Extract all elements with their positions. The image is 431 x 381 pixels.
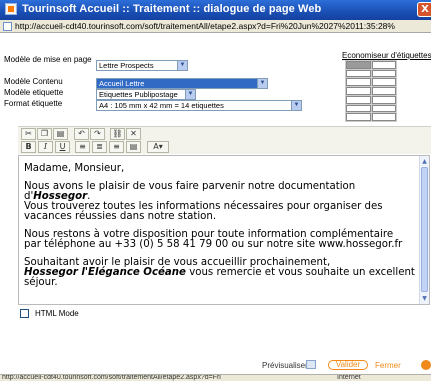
contenu-value: Accueil Lettre: [99, 79, 145, 88]
font-color-icon[interactable]: A▾: [147, 141, 169, 153]
letter-editor[interactable]: Madame, Monsieur, Nous avons le plaisir …: [18, 155, 430, 305]
status-text: http://accueil-cdt40.tourinsoft.com/soft…: [2, 374, 221, 381]
app-icon: [5, 3, 17, 15]
preview-icon[interactable]: [306, 360, 316, 369]
scroll-down-icon[interactable]: ▼: [420, 294, 429, 303]
label-slot[interactable]: [346, 104, 371, 113]
scroll-up-icon[interactable]: ▲: [420, 157, 429, 166]
label-slot[interactable]: [346, 87, 371, 95]
chevron-down-icon: ▼: [177, 61, 187, 70]
align-right-icon[interactable]: ≡: [109, 141, 124, 153]
paste-icon[interactable]: ▤: [53, 128, 68, 140]
status-bar: http://accueil-cdt40.tourinsoft.com/soft…: [0, 374, 431, 381]
paragraph-3: Souhaitant avoir le plaisir de vous accu…: [24, 257, 417, 288]
label-slot[interactable]: [346, 69, 371, 78]
economiseur-label[interactable]: Economiseur d'étiquettes: [342, 51, 431, 60]
preview-link[interactable]: Prévisualiser: [262, 361, 308, 370]
close-button[interactable]: X: [417, 2, 431, 17]
cut-icon[interactable]: ✂: [21, 128, 36, 140]
paragraph-2: Nous restons à votre disposition pour to…: [24, 229, 417, 250]
label-slot[interactable]: [371, 87, 396, 95]
html-mode-label: HTML Mode: [35, 309, 79, 318]
copy-icon[interactable]: ❐: [37, 128, 52, 140]
label-mise-en-page: Modèle de mise en page: [4, 55, 92, 64]
link-icon[interactable]: ⛓: [110, 128, 125, 140]
format-value: A4 : 105 mm x 42 mm = 14 etiquettes: [99, 101, 224, 110]
redo-icon[interactable]: ↷: [90, 128, 105, 140]
underline-button[interactable]: U: [55, 141, 70, 153]
align-center-icon[interactable]: ≣: [92, 141, 107, 153]
label-slot[interactable]: [371, 113, 396, 121]
page-icon: [3, 22, 12, 31]
editor-scrollbar[interactable]: ▲ ▼: [419, 156, 429, 304]
contenu-select[interactable]: Accueil Lettre ▼: [96, 78, 268, 89]
editor-toolbar: ✂ ❐ ▤ ↶ ↷ ⛓ ✕ B I U ≡ ≣ ≡ ▤ A▾: [18, 126, 431, 154]
label-slot[interactable]: [371, 104, 396, 113]
label-slot[interactable]: [371, 69, 396, 78]
paragraph-1: Nous avons le plaisir de vous faire parv…: [24, 181, 417, 222]
close-circle-icon[interactable]: [421, 360, 431, 370]
undo-icon[interactable]: ↶: [74, 128, 89, 140]
window-titlebar: Tourinsoft Accueil :: Traitement :: dial…: [0, 0, 431, 20]
salutation: Madame, Monsieur,: [24, 163, 125, 174]
fermer-button[interactable]: Fermer: [375, 361, 401, 370]
label-saver-grid[interactable]: [345, 60, 397, 122]
mise-en-page-value: Lettre Prospects: [99, 61, 154, 70]
label-slot[interactable]: [371, 95, 396, 104]
label-slot[interactable]: [346, 113, 371, 121]
etiquette-select[interactable]: Etiquettes Publipostage ▼: [96, 89, 196, 100]
format-select[interactable]: A4 : 105 mm x 42 mm = 14 etiquettes ▼: [96, 100, 302, 111]
p2-text-b: par téléphone au +33 (0) 5 58 41 79 00 o…: [24, 239, 403, 250]
justify-icon[interactable]: ▤: [126, 141, 141, 153]
align-left-icon[interactable]: ≡: [75, 141, 90, 153]
action-bar: Prévisualiser Valider Fermer: [0, 360, 431, 372]
label-slot[interactable]: [346, 61, 371, 69]
status-zone: Internet: [337, 374, 361, 381]
mise-en-page-select[interactable]: Lettre Prospects ▼: [96, 60, 188, 71]
chevron-down-icon: ▼: [185, 90, 195, 99]
italic-button[interactable]: I: [38, 141, 53, 153]
label-etiquette: Modèle etiquette: [4, 88, 64, 97]
editor-content[interactable]: Madame, Monsieur, Nous avons le plaisir …: [24, 163, 417, 296]
unlink-icon[interactable]: ✕: [126, 128, 141, 140]
p1-text-d: Vous trouverez toutes les informations n…: [24, 201, 383, 222]
form-area: Modèle de mise en page Lettre Prospects …: [0, 34, 431, 124]
address-bar[interactable]: http://accueil-cdt40.tourinsoft.com/soft…: [0, 20, 431, 33]
label-slot[interactable]: [346, 95, 371, 104]
label-contenu: Modèle Contenu: [4, 77, 63, 86]
chevron-down-icon: ▼: [257, 79, 267, 88]
chevron-down-icon: ▼: [291, 101, 301, 110]
label-slot[interactable]: [371, 78, 396, 87]
html-mode-checkbox[interactable]: [20, 309, 29, 318]
etiquette-value: Etiquettes Publipostage: [99, 90, 178, 99]
bold-button[interactable]: B: [21, 141, 36, 153]
label-slot[interactable]: [346, 78, 371, 87]
label-slot[interactable]: [371, 61, 396, 69]
valider-button[interactable]: Valider: [328, 360, 368, 370]
url-text[interactable]: http://accueil-cdt40.tourinsoft.com/soft…: [15, 21, 395, 31]
label-format: Format étiquette: [4, 99, 63, 108]
window-title: Tourinsoft Accueil :: Traitement :: dial…: [22, 3, 322, 15]
scroll-thumb[interactable]: [421, 167, 428, 292]
